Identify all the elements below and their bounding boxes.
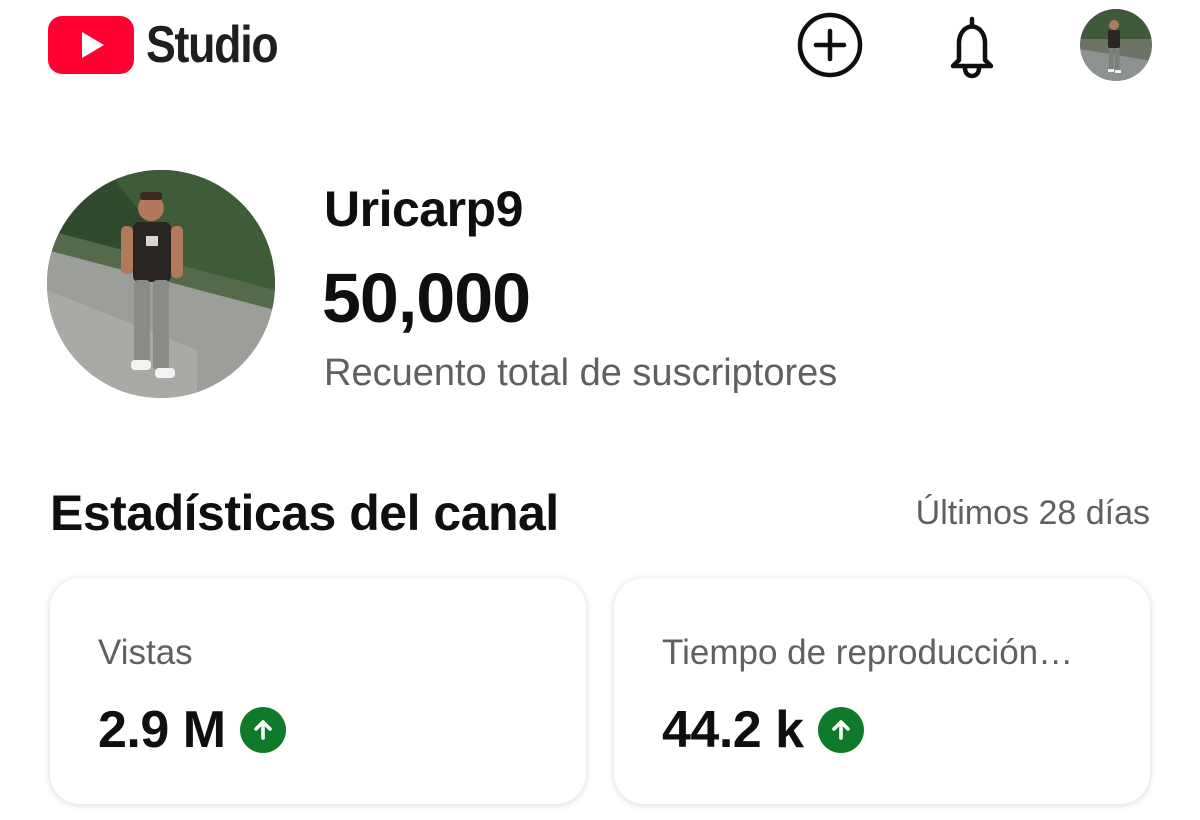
- arrow-up-icon: [817, 707, 864, 753]
- top-app-bar: Studio: [0, 0, 1200, 100]
- watch-time-value: 44.2 k: [662, 701, 804, 759]
- brand-text: Studio: [146, 16, 279, 74]
- subscriber-count: 50,000: [322, 259, 531, 337]
- create-icon: [797, 12, 863, 78]
- views-value: 2.9 M: [98, 701, 226, 759]
- bell-icon: [950, 16, 994, 79]
- views-label: Vistas: [98, 633, 193, 672]
- watch-time-label: Tiempo de reproducción…: [662, 633, 1074, 672]
- views-card[interactable]: Vistas 2.9 M: [50, 578, 586, 804]
- channel-avatar: [47, 170, 275, 398]
- subscriber-label: Recuento total de suscriptores: [324, 352, 838, 394]
- youtube-play-icon: [48, 16, 134, 74]
- youtube-studio-logo[interactable]: Studio: [48, 16, 299, 74]
- channel-name: Uricarp9: [324, 181, 523, 237]
- arrow-up-icon: [239, 707, 286, 753]
- watch-time-card[interactable]: Tiempo de reproducción… 44.2 k: [614, 578, 1150, 804]
- stats-period: Últimos 28 días: [915, 494, 1150, 532]
- notifications-button[interactable]: [937, 10, 1007, 80]
- channel-stats-title: Estadísticas del canal: [50, 485, 559, 541]
- account-avatar[interactable]: [1080, 9, 1152, 81]
- create-button[interactable]: [795, 10, 865, 80]
